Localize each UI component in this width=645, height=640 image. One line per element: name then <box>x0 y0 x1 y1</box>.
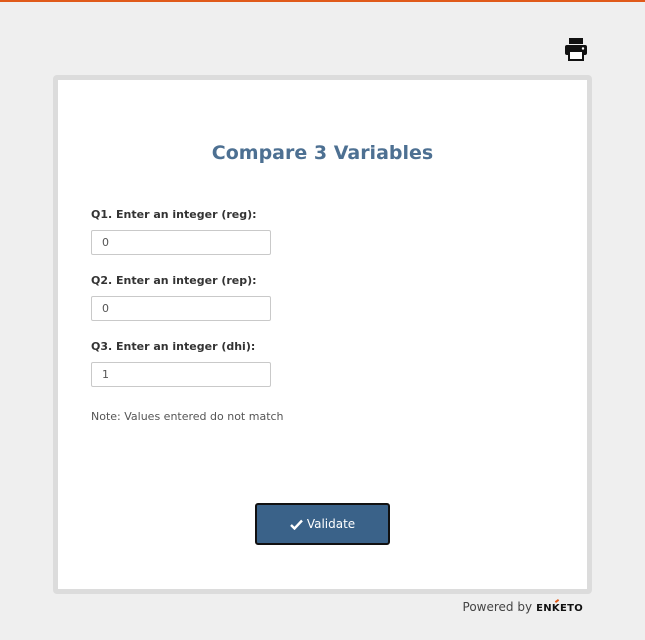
question-label: Q1. Enter an integer (reg): <box>91 208 257 221</box>
validate-button-label: Validate <box>306 517 356 531</box>
validation-note: Note: Values entered do not match <box>91 410 284 423</box>
powered-by-text: Powered by <box>462 600 533 614</box>
print-button[interactable] <box>563 36 589 62</box>
question-dhi: Q3. Enter an integer (dhi): <box>91 340 271 387</box>
form-title: Compare 3 Variables <box>211 142 434 164</box>
integer-input-dhi[interactable] <box>91 362 271 387</box>
enketo-logo[interactable]: ENKETO <box>536 603 583 614</box>
question-reg: Q1. Enter an integer (reg): <box>91 208 271 255</box>
powered-by-footer: Powered by ENKETO <box>463 600 583 614</box>
top-accent-bar <box>0 0 645 2</box>
printer-icon <box>565 38 587 61</box>
integer-input-reg[interactable] <box>91 230 271 255</box>
validate-button[interactable]: Validate <box>255 503 390 545</box>
question-rep: Q2. Enter an integer (rep): <box>91 274 271 321</box>
integer-input-rep[interactable] <box>91 296 271 321</box>
check-icon <box>289 519 303 530</box>
question-label: Q3. Enter an integer (dhi): <box>91 340 256 353</box>
question-label: Q2. Enter an integer (rep): <box>91 274 257 287</box>
form-card: Compare 3 Variables Q1. Enter an integer… <box>53 75 592 594</box>
